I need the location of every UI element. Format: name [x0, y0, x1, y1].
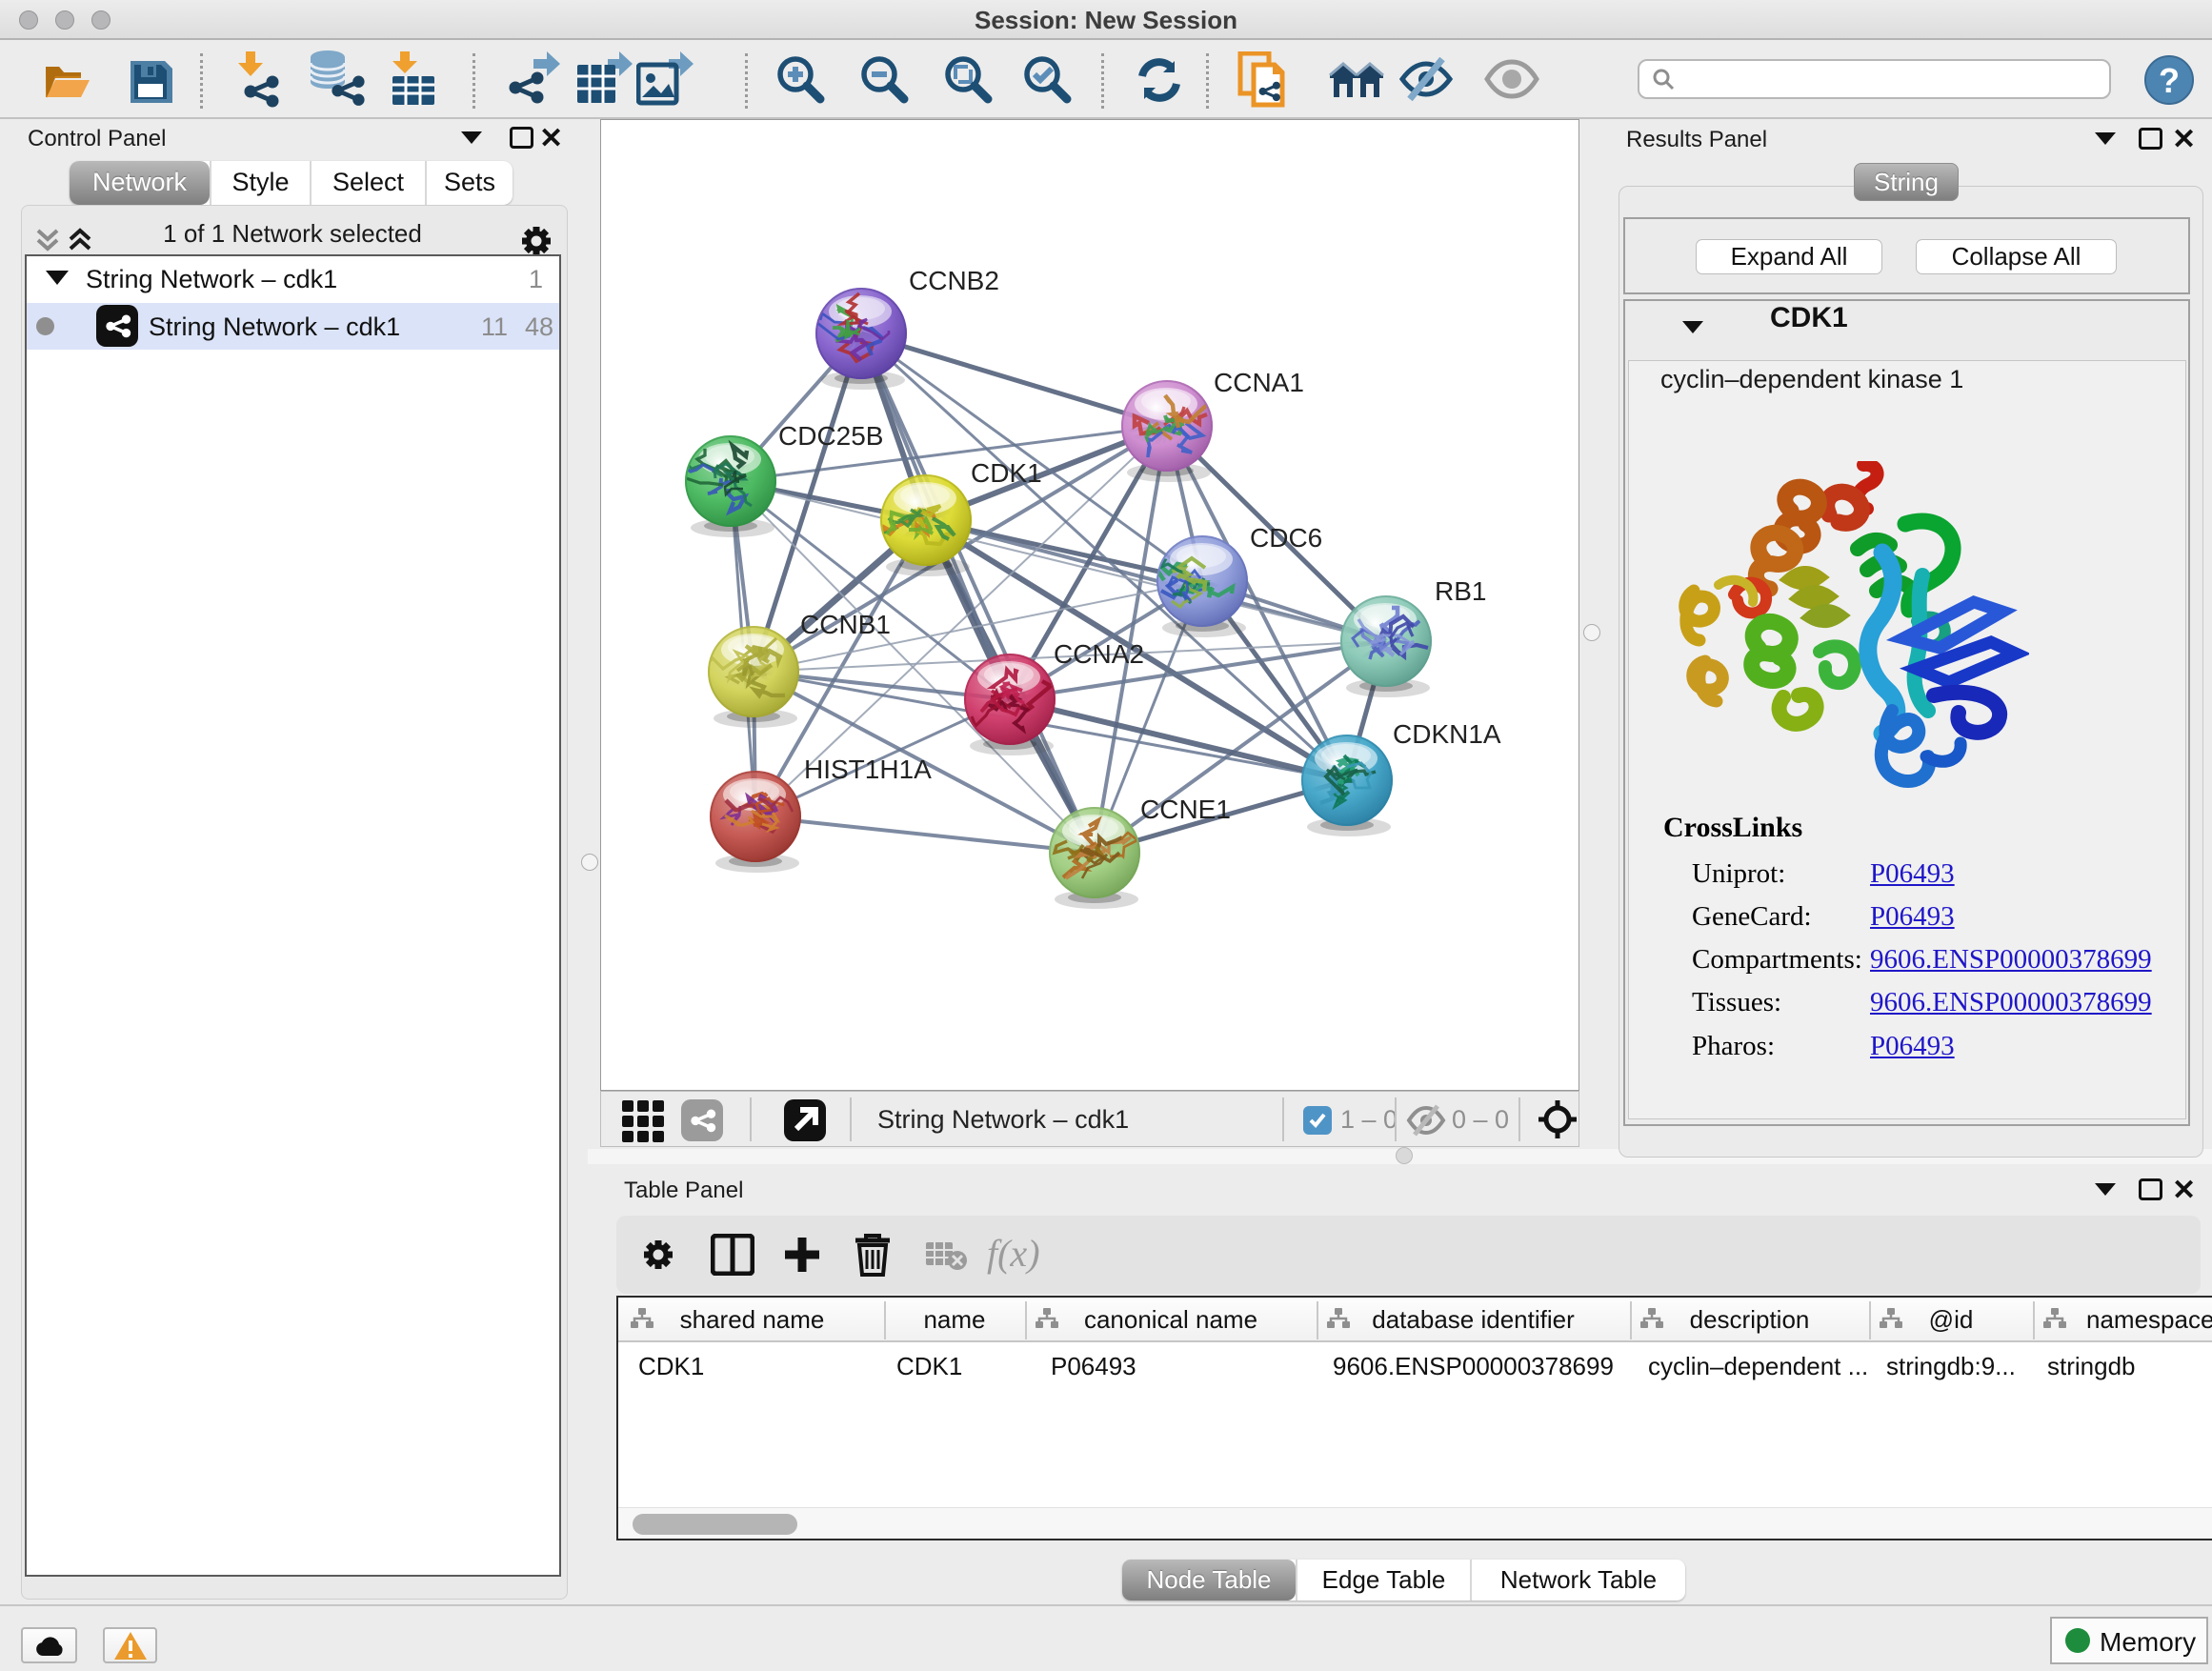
svg-text:RB1: RB1 [1435, 576, 1486, 606]
svg-text:CCNA2: CCNA2 [1054, 639, 1144, 669]
svg-text:CDC25B: CDC25B [778, 421, 883, 451]
svg-text:CDC6: CDC6 [1250, 523, 1322, 553]
svg-text:CCNE1: CCNE1 [1140, 795, 1231, 824]
svg-text:HIST1H1A: HIST1H1A [804, 755, 932, 784]
svg-text:CCNA1: CCNA1 [1214, 368, 1304, 397]
svg-text:CCNB1: CCNB1 [800, 610, 891, 639]
svg-text:CCNB2: CCNB2 [909, 266, 999, 295]
svg-text:CDKN1A: CDKN1A [1393, 719, 1501, 749]
svg-text:CDK1: CDK1 [971, 458, 1042, 488]
